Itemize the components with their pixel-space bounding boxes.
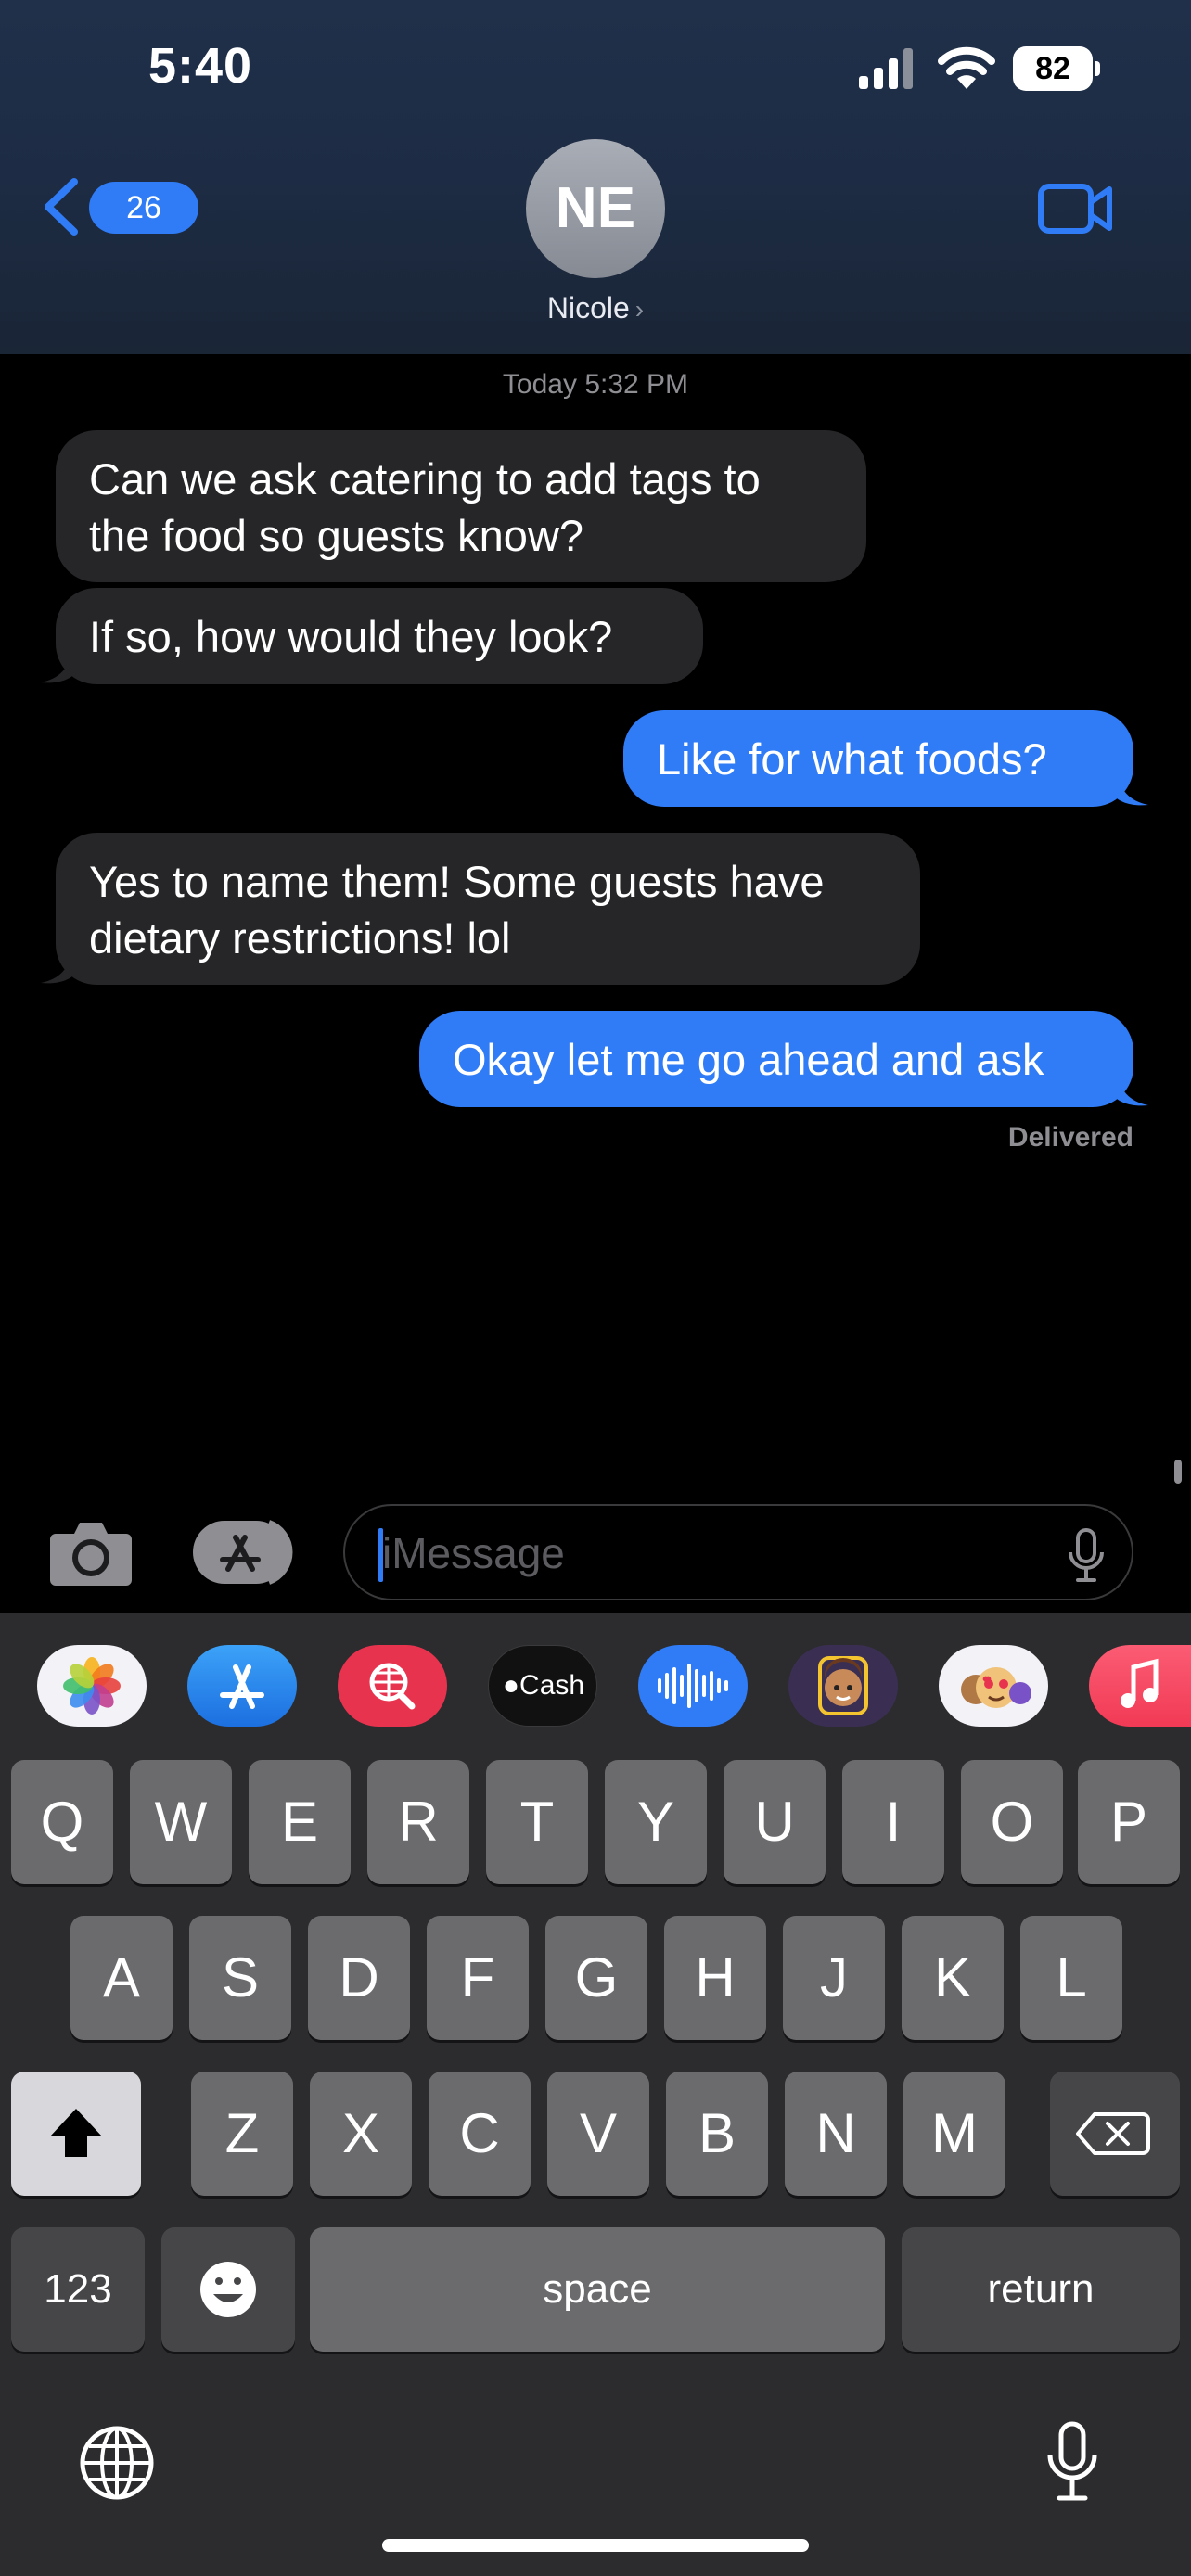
- message-line: dietary restrictions! lol: [89, 913, 511, 963]
- backspace-icon: [1076, 2112, 1150, 2155]
- key-v[interactable]: V: [547, 2072, 649, 2196]
- contact-name: Nicole: [546, 291, 630, 325]
- cellular-signal-icon: [859, 48, 913, 89]
- key-j[interactable]: J: [783, 1916, 885, 2040]
- outgoing-message-bubble[interactable]: Okay let me go ahead and ask: [419, 1011, 1133, 1107]
- key-z[interactable]: Z: [191, 2072, 293, 2196]
- message-line: If so, how would they look?: [89, 612, 613, 661]
- key-h[interactable]: H: [664, 1916, 766, 2040]
- unread-count-badge: 26: [89, 182, 198, 234]
- key-i[interactable]: I: [842, 1760, 944, 1884]
- key-q[interactable]: Q: [11, 1760, 113, 1884]
- timestamp-day: Today: [502, 369, 577, 400]
- delivered-status: Delivered: [1007, 1122, 1133, 1153]
- delete-key[interactable]: [1050, 2072, 1180, 2196]
- bubble-tail: [1113, 770, 1148, 806]
- key-f[interactable]: F: [427, 1916, 529, 2040]
- contact-avatar[interactable]: NE: [526, 139, 665, 278]
- outgoing-message-bubble[interactable]: Like for what foods?: [623, 710, 1133, 807]
- dictation-microphone-icon[interactable]: [1043, 2420, 1102, 2504]
- memoji-stickers-icon[interactable]: [939, 1645, 1048, 1727]
- message-line: the food so guests know?: [89, 511, 584, 560]
- key-o[interactable]: O: [961, 1760, 1063, 1884]
- music-icon[interactable]: [1089, 1645, 1191, 1727]
- key-w[interactable]: W: [130, 1760, 232, 1884]
- home-indicator[interactable]: [382, 2539, 809, 2552]
- message-timestamp: Today 5:32 PM: [0, 369, 1191, 401]
- key-e[interactable]: E: [249, 1760, 351, 1884]
- scrollbar[interactable]: [1174, 1460, 1182, 1484]
- emoji-key[interactable]: [161, 2227, 295, 2352]
- space-key[interactable]: space: [310, 2227, 885, 2352]
- memoji-icon[interactable]: [788, 1645, 898, 1727]
- numbers-key[interactable]: 123: [11, 2227, 145, 2352]
- key-m[interactable]: M: [903, 2072, 1005, 2196]
- key-b[interactable]: B: [666, 2072, 768, 2196]
- key-k[interactable]: K: [902, 1916, 1004, 2040]
- emoji-icon: [200, 2262, 256, 2317]
- key-s[interactable]: S: [189, 1916, 291, 2040]
- timestamp-time: 5:32 PM: [584, 369, 689, 400]
- photos-icon[interactable]: [37, 1645, 147, 1727]
- apple-cash-icon[interactable]: ●Cash: [488, 1645, 597, 1727]
- message-line: Like for what foods?: [657, 734, 1047, 784]
- battery-level: 82: [1013, 46, 1093, 91]
- chevron-left-icon: [45, 178, 78, 236]
- key-r[interactable]: R: [367, 1760, 469, 1884]
- key-d[interactable]: D: [308, 1916, 410, 2040]
- message-line: Okay let me go ahead and ask: [453, 1035, 1044, 1084]
- contact-name-button[interactable]: Nicole ›: [503, 291, 688, 325]
- key-p[interactable]: P: [1078, 1760, 1180, 1884]
- shift-arrow-icon: [50, 2109, 102, 2157]
- incoming-message-bubble[interactable]: If so, how would they look?: [56, 588, 703, 684]
- microphone-icon[interactable]: [1067, 1528, 1106, 1582]
- chevron-right-icon: ›: [634, 295, 645, 324]
- key-x[interactable]: X: [310, 2072, 412, 2196]
- key-l[interactable]: L: [1020, 1916, 1122, 2040]
- key-u[interactable]: U: [724, 1760, 826, 1884]
- facetime-video-icon[interactable]: [1037, 182, 1113, 236]
- bubble-tail: [41, 647, 76, 683]
- wifi-icon: [938, 46, 995, 89]
- cash-label: Cash: [519, 1670, 585, 1701]
- key-t[interactable]: T: [486, 1760, 588, 1884]
- globe-icon[interactable]: [78, 2424, 156, 2502]
- key-y[interactable]: Y: [605, 1760, 707, 1884]
- return-key[interactable]: return: [902, 2227, 1180, 2352]
- app-store-icon[interactable]: [187, 1645, 297, 1727]
- shift-key[interactable]: [11, 2072, 141, 2196]
- bubble-tail: [1113, 1070, 1148, 1106]
- battery-icon: 82: [1013, 46, 1102, 93]
- app-store-icon[interactable]: [191, 1519, 297, 1586]
- key-n[interactable]: N: [785, 2072, 887, 2196]
- status-time: 5:40: [148, 38, 253, 94]
- audio-message-icon[interactable]: [638, 1645, 748, 1727]
- back-button[interactable]: 26: [41, 176, 198, 241]
- message-input-container: [343, 1504, 1133, 1600]
- key-g[interactable]: G: [545, 1916, 647, 2040]
- incoming-message-bubble[interactable]: Can we ask catering to add tags to the f…: [56, 430, 866, 582]
- key-c[interactable]: C: [429, 2072, 531, 2196]
- image-search-icon[interactable]: [338, 1645, 447, 1727]
- camera-icon[interactable]: [48, 1517, 134, 1588]
- bubble-tail: [41, 948, 76, 984]
- incoming-message-bubble[interactable]: Yes to name them! Some guests have dieta…: [56, 833, 920, 985]
- apple-logo-icon: ●: [502, 1670, 520, 1701]
- message-line: Yes to name them! Some guests have: [89, 857, 825, 906]
- text-cursor: [378, 1528, 383, 1582]
- message-line: Can we ask catering to add tags to: [89, 454, 761, 504]
- message-input[interactable]: [380, 1506, 1033, 1600]
- key-a[interactable]: A: [70, 1916, 173, 2040]
